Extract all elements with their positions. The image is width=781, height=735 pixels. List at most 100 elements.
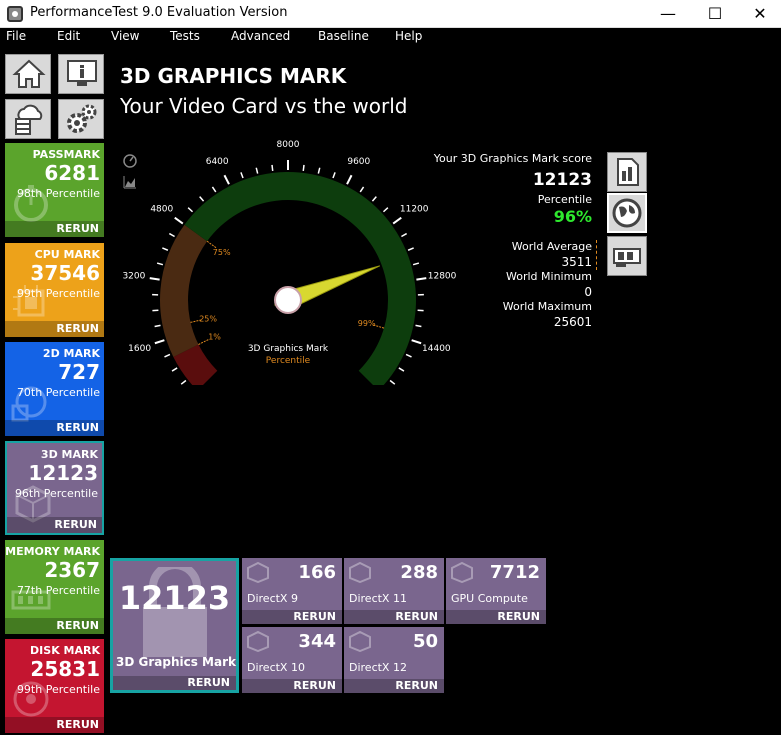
gauge-tick-label: 9600 [347,157,370,167]
menu-advanced[interactable]: Advanced [231,29,290,43]
menu-help[interactable]: Help [395,29,422,43]
sub-test-score: 344 [298,631,336,652]
gauge-tick [401,232,408,238]
gauge-tick [389,379,396,385]
report-icon [617,158,639,186]
gauge-tick-label: 8000 [277,140,300,150]
mark-name: PASSMARK [32,148,100,161]
window-title: PerformanceTest 9.0 Evaluation Version [30,5,288,20]
video-card-icon [613,248,641,267]
close-button[interactable]: ✕ [737,0,781,28]
report-button[interactable] [607,152,647,192]
3d-graphics-mark-main-tile[interactable]: 12123 3D Graphics Mark RERUN [110,558,239,693]
world-compare-button[interactable] [607,193,647,233]
settings-gears-icon [67,104,97,133]
gauge-tick [187,207,194,213]
rerun-button[interactable]: RERUN [5,321,104,337]
gauge-percentile-label: 99% [358,319,376,328]
mark-percentile: 99th Percentile [16,683,100,696]
3d-mark-tile[interactable]: 3D MARK 12123 96th Percentile RERUN [5,441,104,535]
gauge-tick-label: 14400 [422,344,451,354]
gauge-tick [199,196,205,202]
menu-bar: File Edit View Tests Advanced Baseline H… [0,28,781,46]
world-minimum-value: 0 [584,285,592,299]
gauge-tick [317,167,321,174]
percentile-label: Percentile [537,193,592,206]
gauge-tick [174,216,184,225]
gauge-tick-label: 4800 [150,204,173,214]
menu-tests[interactable]: Tests [170,29,200,43]
menu-edit[interactable]: Edit [57,29,80,43]
gauge-tick [240,172,244,179]
percentile-value: 96% [553,207,592,226]
menu-file[interactable]: File [6,29,26,43]
system-info-icon [67,60,97,86]
gauge-tick [154,324,161,328]
gauge-tick [346,174,353,185]
video-card-button[interactable] [607,236,647,276]
gauge-tick-label: 6400 [206,157,229,167]
directx-9-tile[interactable]: 166 DirectX 9 RERUN [242,558,342,624]
gauge-tick [392,216,402,225]
rerun-button[interactable]: RERUN [5,618,104,634]
sub-test-name: DirectX 11 [349,592,407,605]
performancetest-window: PerformanceTest 9.0 Evaluation Version —… [0,0,781,735]
mark-score: 12123 [28,461,98,485]
maximize-button[interactable]: ☐ [692,0,738,28]
mark-name: 2D MARK [42,347,100,360]
directx-12-tile[interactable]: 50 DirectX 12 RERUN [344,627,444,693]
sub-test-score: 288 [400,562,438,583]
gauge-percentile-label: 25% [199,314,217,323]
cube-icon [349,630,371,652]
gpu-compute-tile[interactable]: 7712 GPU Compute RERUN [446,558,546,624]
gauge-tick [411,339,422,345]
main-score: 12123 [118,579,231,617]
sub-test-name: GPU Compute [451,592,528,605]
memory-mark-tile[interactable]: MEMORY MARK 2367 77th Percentile RERUN [5,540,104,634]
world-minimum-label: World Minimum [506,270,592,283]
home-button[interactable] [5,54,51,94]
cpu-mark-tile[interactable]: CPU MARK 37546 99th Percentile RERUN [5,243,104,337]
gauge-tick [302,164,305,171]
mark-percentile: 70th Percentile [16,386,100,399]
rerun-button[interactable]: RERUN [242,679,342,693]
world-maximum-label: World Maximum [502,300,592,313]
disk-mark-tile[interactable]: DISK MARK 25831 99th Percentile RERUN [5,639,104,733]
rerun-button[interactable]: RERUN [5,221,104,237]
gauge-tick [271,164,274,171]
cloud-database-icon [15,104,43,135]
gauge-hub [274,286,302,314]
directx-11-tile[interactable]: 288 DirectX 11 RERUN [344,558,444,624]
gauge-percentile-label: 75% [213,248,231,257]
2d-mark-tile[interactable]: 2D MARK 727 70th Percentile RERUN [5,342,104,436]
gauge-caption-sub: Percentile [266,356,311,366]
directx-10-tile[interactable]: 344 DirectX 10 RERUN [242,627,342,693]
mark-score: 727 [58,360,100,384]
gauge-tick-label: 1600 [128,344,151,354]
gauge-percentile-label: 1% [208,333,221,342]
rerun-button[interactable]: RERUN [242,610,342,624]
gauge-tick [180,379,187,385]
rerun-button[interactable]: RERUN [113,676,236,690]
passmark-tile[interactable]: PASSMARK 6281 98th Percentile RERUN [5,143,104,237]
page-subtitle: Your Video Card vs the world [120,94,408,118]
rerun-button[interactable]: RERUN [446,610,546,624]
rerun-button[interactable]: RERUN [5,717,104,733]
rerun-button[interactable]: RERUN [7,517,102,533]
rerun-button[interactable]: RERUN [344,679,444,693]
gauge-tick [359,186,365,193]
cube-icon [349,561,371,583]
minimize-button[interactable]: — [645,0,691,28]
rerun-button[interactable]: RERUN [5,420,104,436]
gauge-tick [154,339,165,345]
rerun-button[interactable]: RERUN [344,610,444,624]
gauge-tick [168,232,175,238]
sub-test-score: 166 [298,562,336,583]
sub-test-score: 50 [412,631,438,652]
cloud-database-button[interactable] [5,99,51,139]
menu-baseline[interactable]: Baseline [318,29,369,43]
settings-button[interactable] [58,99,104,139]
menu-view[interactable]: View [111,29,139,43]
world-maximum-value: 25601 [553,315,592,329]
system-info-button[interactable] [58,54,104,94]
